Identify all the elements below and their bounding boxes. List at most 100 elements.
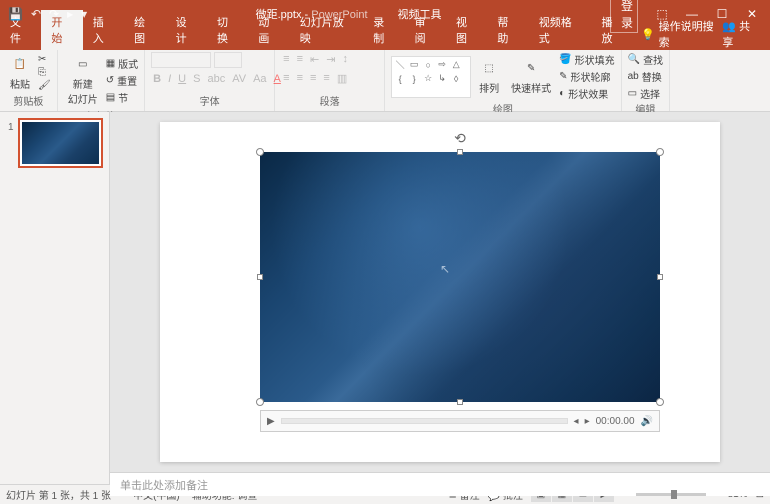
qat-more-icon[interactable]: ▾ xyxy=(81,7,87,21)
replace-icon: ab xyxy=(628,71,639,82)
cut-button[interactable]: ✂ xyxy=(38,54,51,65)
share-button[interactable]: 👥 共享 xyxy=(722,18,770,50)
new-slide-button[interactable]: ▭ 新建 幻灯片 xyxy=(64,52,102,108)
thumbnail-image xyxy=(22,122,99,164)
slide-editor-area: ⟲ ↖ ▶ ◂ ▸ xyxy=(110,112,770,484)
selection-handle-e[interactable] xyxy=(657,274,663,280)
shape-lbrace-icon[interactable]: { xyxy=(394,73,406,85)
section-button[interactable]: ▤节 xyxy=(106,90,138,105)
tab-design[interactable]: 设计 xyxy=(166,10,207,50)
bullets-button: ≡ xyxy=(281,52,291,67)
layout-button[interactable]: ▦版式 xyxy=(106,56,138,71)
shape-effects-button[interactable]: ◐形状效果 xyxy=(559,86,614,101)
save-icon[interactable]: 💾 xyxy=(8,7,23,21)
redo-icon[interactable]: ↷ xyxy=(49,7,59,21)
find-button[interactable]: 🔍查找 xyxy=(628,52,663,67)
fill-icon: 🪣 xyxy=(559,54,571,65)
shape-oval-icon[interactable]: ○ xyxy=(422,59,434,71)
group-clipboard: 📋 粘贴 ✂ ⎘ 🖌 剪贴板 xyxy=(0,50,58,111)
selection-handle-ne[interactable] xyxy=(656,148,664,156)
shape-line-icon[interactable]: ＼ xyxy=(394,59,406,71)
shape-arrow-icon[interactable]: ⇨ xyxy=(436,59,448,71)
quick-styles-label: 快速样式 xyxy=(511,80,551,95)
group-font: B I U S abc AV Aa A 字体 xyxy=(145,50,275,111)
video-frame-image: ↖ xyxy=(260,152,660,402)
shape-callout-icon[interactable]: ◊ xyxy=(450,73,462,85)
arrange-button[interactable]: ⬚ 排列 xyxy=(475,56,503,97)
zoom-slider[interactable] xyxy=(636,493,706,496)
columns-button: ▥ xyxy=(335,71,349,86)
clipboard-group-label: 剪贴板 xyxy=(6,93,51,109)
strike-button: S xyxy=(191,72,202,86)
justify-button: ≡ xyxy=(321,71,331,86)
selection-handle-se[interactable] xyxy=(656,398,664,406)
shape-connector-icon[interactable]: ↳ xyxy=(436,73,448,85)
tab-playback[interactable]: 播放 xyxy=(592,10,633,50)
bold-button: B xyxy=(151,72,163,86)
tab-video-format[interactable]: 视频格式 xyxy=(529,10,592,50)
arrange-label: 排列 xyxy=(479,80,499,95)
shape-triangle-icon[interactable]: △ xyxy=(450,59,462,71)
tab-home[interactable]: 开始 xyxy=(41,10,82,50)
shapes-gallery[interactable]: ＼ ▭ ○ ⇨ △ { } ☆ ↳ ◊ xyxy=(391,56,471,98)
tab-help[interactable]: 帮助 xyxy=(487,10,528,50)
line-spacing-button: ↕ xyxy=(340,52,350,67)
format-painter-button[interactable]: 🖌 xyxy=(38,80,51,91)
group-slides: ▭ 新建 幻灯片 ▦版式 ↺重置 ▤节 幻灯片 xyxy=(58,50,145,111)
video-seek-track[interactable] xyxy=(281,418,568,424)
shadow-button: abc xyxy=(205,72,227,86)
shape-rect-icon[interactable]: ▭ xyxy=(408,59,420,71)
tell-me-search[interactable]: 💡 操作说明搜索 xyxy=(641,18,722,50)
slide-thumbnail-pane[interactable] xyxy=(0,112,110,484)
layout-icon: ▦ xyxy=(106,58,115,69)
selection-handle-nw[interactable] xyxy=(256,148,264,156)
align-right-button: ≡ xyxy=(308,71,318,86)
case-button: Aa xyxy=(251,72,268,86)
slide-canvas[interactable]: ⟲ ↖ ▶ ◂ ▸ xyxy=(160,122,720,462)
tab-draw[interactable]: 绘图 xyxy=(124,10,165,50)
tab-view[interactable]: 视图 xyxy=(446,10,487,50)
play-button[interactable]: ▶ xyxy=(267,416,275,427)
tab-transitions[interactable]: 切换 xyxy=(207,10,248,50)
group-paragraph: ≡ ≡ ⇤ ⇥ ↕ ≡ ≡ ≡ ≡ ▥ 段落 xyxy=(275,50,385,111)
effects-icon: ◐ xyxy=(559,88,565,99)
start-from-beginning-icon[interactable]: ▸ xyxy=(67,7,73,21)
quick-styles-button[interactable]: ✎ 快速样式 xyxy=(507,56,555,97)
find-icon: 🔍 xyxy=(628,54,640,65)
outline-icon: ✎ xyxy=(559,71,567,82)
tab-record[interactable]: 录制 xyxy=(363,10,404,50)
tell-me-label: 操作说明搜索 xyxy=(659,18,723,50)
shape-outline-button[interactable]: ✎形状轮廓 xyxy=(559,69,614,84)
tab-insert[interactable]: 插入 xyxy=(83,10,124,50)
replace-button[interactable]: ab替换 xyxy=(628,69,663,84)
share-icon: 👥 xyxy=(722,21,736,33)
step-back-button[interactable]: ◂ xyxy=(574,416,579,427)
selection-handle-sw[interactable] xyxy=(256,398,264,406)
selection-handle-s[interactable] xyxy=(457,399,463,405)
align-center-button: ≡ xyxy=(295,71,305,86)
tab-review[interactable]: 审阅 xyxy=(405,10,446,50)
undo-icon[interactable]: ↶ xyxy=(31,7,41,21)
paste-button[interactable]: 📋 粘贴 xyxy=(6,52,34,93)
selection-handle-n[interactable] xyxy=(457,149,463,155)
shape-star-icon[interactable]: ☆ xyxy=(422,73,434,85)
volume-icon[interactable]: 🔊 xyxy=(641,416,653,427)
selection-handle-w[interactable] xyxy=(257,274,263,280)
numbering-button: ≡ xyxy=(295,52,305,67)
copy-button[interactable]: ⎘ xyxy=(38,67,51,78)
tab-slideshow[interactable]: 幻灯片放映 xyxy=(290,10,363,50)
step-forward-button[interactable]: ▸ xyxy=(585,416,590,427)
paste-icon: 📋 xyxy=(10,54,30,74)
align-left-button: ≡ xyxy=(281,71,291,86)
select-button[interactable]: ▭选择 xyxy=(628,86,663,101)
slide-thumbnail-1[interactable] xyxy=(18,118,103,168)
video-object[interactable]: ⟲ ↖ xyxy=(260,152,660,402)
shape-fill-button[interactable]: 🪣形状填充 xyxy=(559,52,614,67)
shape-rbrace-icon[interactable]: } xyxy=(408,73,420,85)
ribbon: 📋 粘贴 ✂ ⎘ 🖌 剪贴板 ▭ 新建 幻灯片 ▦版式 ↺重置 ▤节 幻灯片 xyxy=(0,50,770,112)
new-slide-icon: ▭ xyxy=(73,54,93,74)
reset-button[interactable]: ↺重置 xyxy=(106,73,138,88)
rotation-handle-icon[interactable]: ⟲ xyxy=(454,130,466,147)
tab-animations[interactable]: 动画 xyxy=(248,10,289,50)
font-family-combo xyxy=(151,52,211,68)
